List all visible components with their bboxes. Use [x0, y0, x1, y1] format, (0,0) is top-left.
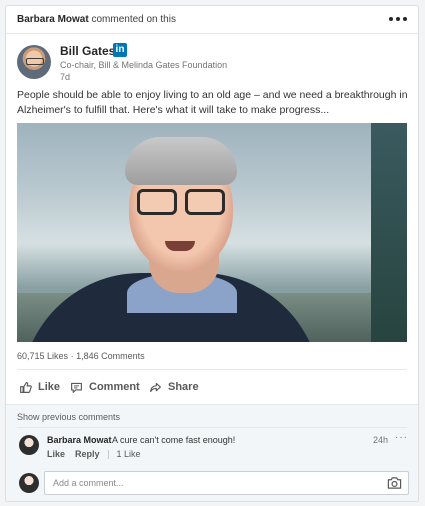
divider: [17, 369, 407, 370]
activity-header: Barbara Mowat commented on this: [6, 6, 418, 34]
comment-button[interactable]: Comment: [70, 376, 140, 398]
author-headline: Co-chair, Bill & Melinda Gates Foundatio…: [60, 60, 228, 70]
comment-icon: [71, 382, 82, 393]
current-user-avatar: [19, 473, 39, 493]
like-button[interactable]: Like: [19, 376, 60, 398]
comment-timestamp: 24h: [373, 435, 389, 445]
share-label: Share: [168, 381, 199, 393]
comment-text: A cure can't come fast enough!: [112, 435, 236, 445]
add-comment-input[interactable]: [45, 472, 375, 494]
divider: [107, 449, 109, 459]
comment-more-icon[interactable]: ···: [395, 432, 408, 443]
comment-reply-button[interactable]: Reply: [75, 449, 100, 459]
feed-post-card: Barbara Mowat commented on this Bill Gat…: [5, 5, 419, 502]
like-label: Like: [38, 381, 61, 393]
divider: [17, 427, 407, 428]
comment-author[interactable]: Barbara Mowat: [47, 435, 112, 445]
commented-label: commented on this: [91, 14, 176, 25]
social-actions: Like Comment Share: [17, 376, 407, 398]
comments-count[interactable]: 1,846 Comments: [76, 351, 145, 361]
commenter-avatar[interactable]: [19, 435, 39, 455]
author-avatar[interactable]: [17, 45, 51, 79]
stats-separator: ·: [70, 351, 74, 361]
share-button[interactable]: Share: [149, 376, 199, 398]
show-previous-comments-link[interactable]: Show previous comments: [17, 412, 120, 422]
likes-count[interactable]: 60,715 Likes: [17, 351, 68, 361]
linkedin-influencer-icon: in: [113, 43, 127, 57]
activity-text: Barbara Mowat commented on this: [17, 14, 176, 25]
comment-like-count[interactable]: 1 Like: [117, 449, 141, 459]
camera-icon[interactable]: [387, 476, 402, 490]
post-image[interactable]: [17, 123, 407, 342]
author-name[interactable]: Bill Gates: [60, 44, 115, 58]
comment-like-button[interactable]: Like: [47, 449, 65, 459]
social-counts: 60,715 Likes · 1,846 Comments: [17, 351, 145, 361]
post-text: People should be able to enjoy living to…: [17, 89, 408, 116]
comments-section: Show previous comments Barbara Mowat A c…: [6, 404, 418, 501]
more-horizontal-icon[interactable]: [389, 12, 407, 26]
post-author: Bill Gates in Co-chair, Bill & Melinda G…: [17, 43, 407, 83]
share-icon: [150, 382, 161, 392]
thumbs-up-icon: [20, 381, 32, 393]
comment-label: Comment: [89, 381, 140, 393]
post-timestamp: 7d: [60, 72, 71, 82]
comment-actions: Like Reply 1 Like: [47, 449, 141, 459]
comment-input-box[interactable]: [44, 471, 409, 495]
commenter-name[interactable]: Barbara Mowat: [17, 14, 89, 25]
